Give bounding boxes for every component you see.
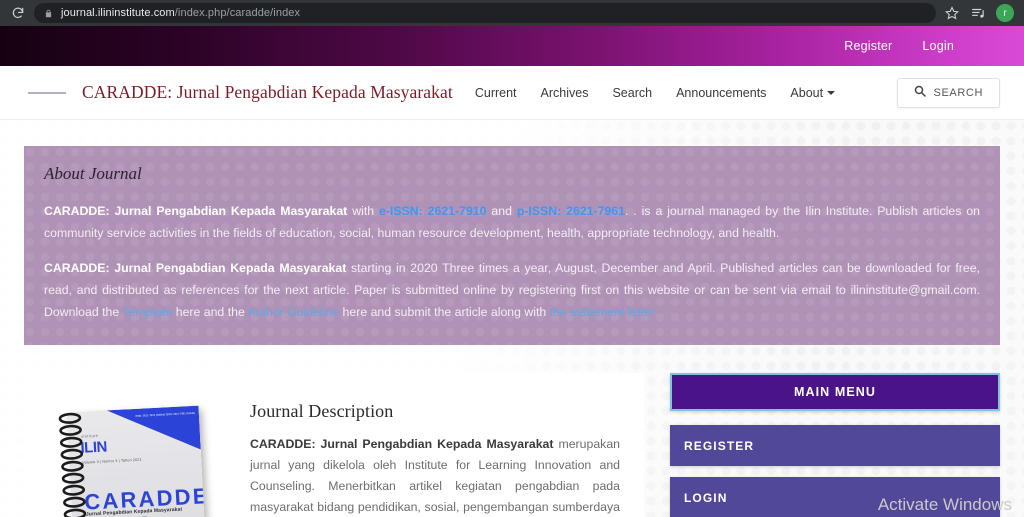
page-title[interactable]: CARADDE: Jurnal Pengabdian Kepada Masyar…	[82, 82, 453, 103]
about-p2-bold: CARADDE: Jurnal Pengabdian Kepada Masyar…	[44, 261, 347, 275]
statement-letter-link[interactable]: the statement letter	[550, 305, 655, 319]
sidebar-main-menu-label: MAIN MENU	[793, 385, 877, 399]
search-button-label: SEARCH	[933, 86, 983, 99]
browser-toolbar: journal.ilininstitute.com/index.php/cara…	[0, 0, 1024, 26]
nav-item-about-label: About	[790, 85, 824, 100]
about-journal-heading: About Journal	[44, 164, 142, 183]
star-icon[interactable]	[944, 5, 960, 21]
login-link[interactable]: Login	[922, 39, 954, 53]
main-navigation: Current Archives Search Announcements Ab…	[475, 85, 836, 100]
search-button[interactable]: SEARCH	[896, 77, 1000, 108]
about-paragraph-1: CARADDE: Jurnal Pengabdian Kepada Masyar…	[44, 200, 980, 244]
cover-volume: Volume 3 | Nomor 3 | Tahun 2021	[82, 457, 142, 465]
nav-item-archives[interactable]: Archives	[541, 86, 589, 100]
about-p1-mid2: and	[486, 204, 517, 218]
user-topbar: Register Login	[0, 26, 1024, 66]
description-bold: CARADDE: Jurnal Pengabdian Kepada Masyar…	[250, 437, 554, 451]
eissn-link[interactable]: e-ISSN: 2621-7910	[379, 204, 486, 218]
reload-icon[interactable]	[8, 3, 28, 23]
journal-cover-wrapper: ISSN: 2621-7910 (Online) ISSN: 2621-7961…	[48, 391, 228, 517]
brand-logo-icon	[28, 91, 66, 94]
description-heading: Journal Description	[250, 401, 394, 421]
page-content: About Journal CARADDE: Jurnal Pengabdian…	[0, 146, 1024, 517]
about-p2-part2: here and the	[172, 305, 248, 319]
lower-section: ISSN: 2621-7910 (Online) ISSN: 2621-7961…	[24, 373, 1000, 517]
site-navbar: CARADDE: Jurnal Pengabdian Kepada Masyar…	[0, 66, 1024, 120]
author-guideline-link[interactable]: Author Guideline	[248, 305, 340, 319]
about-p1-mid1: with	[347, 204, 379, 218]
address-bar[interactable]: journal.ilininstitute.com/index.php/cara…	[34, 3, 936, 23]
nav-item-search[interactable]: Search	[612, 86, 652, 100]
description-text-block: Journal Description CARADDE: Jurnal Peng…	[250, 391, 620, 517]
journal-cover-image: ISSN: 2621-7910 (Online) ISSN: 2621-7961…	[56, 401, 213, 517]
sidebar-item-login[interactable]: LOGIN	[670, 477, 1000, 517]
description-paragraph: CARADDE: Jurnal Pengabdian Kepada Masyar…	[250, 434, 620, 517]
page-viewport: Register Login CARADDE: Jurnal Pengabdia…	[0, 26, 1024, 517]
url-domain: journal.ilininstitute.com	[61, 7, 175, 19]
template-link[interactable]: Template	[122, 305, 172, 319]
register-link[interactable]: Register	[844, 39, 892, 53]
sidebar-item-register[interactable]: REGISTER	[670, 425, 1000, 466]
search-icon	[914, 85, 926, 100]
url-path: /index.php/caradde/index	[174, 7, 301, 19]
reading-list-icon[interactable]	[970, 5, 986, 21]
sidebar: MAIN MENU REGISTER LOGIN	[644, 373, 1000, 517]
sidebar-item-login-label: LOGIN	[684, 490, 728, 505]
cover-page: ISSN: 2621-7910 (Online) ISSN: 2621-7961…	[66, 405, 206, 517]
sidebar-item-register-label: REGISTER	[684, 438, 755, 453]
about-p2-part3: here and submit the article along with	[339, 305, 550, 319]
lock-icon	[44, 8, 53, 19]
nav-item-announcements[interactable]: Announcements	[676, 86, 766, 100]
avatar[interactable]: r	[996, 4, 1014, 22]
pissn-link[interactable]: p-ISSN: 2621-7961	[517, 204, 625, 218]
nav-item-about[interactable]: About	[790, 85, 836, 100]
about-paragraph-2: CARADDE: Jurnal Pengabdian Kepada Masyar…	[44, 257, 980, 323]
url-text: journal.ilininstitute.com/index.php/cara…	[61, 7, 300, 19]
browser-actions: r	[944, 4, 1016, 22]
nav-item-current[interactable]: Current	[475, 86, 517, 100]
sidebar-main-menu-header[interactable]: MAIN MENU	[670, 373, 1000, 411]
about-p1-bold: CARADDE: Jurnal Pengabdian Kepada Masyar…	[44, 204, 348, 218]
chevron-down-icon	[827, 91, 836, 96]
about-journal-panel: About Journal CARADDE: Jurnal Pengabdian…	[24, 146, 1000, 345]
journal-description-card: ISSN: 2621-7910 (Online) ISSN: 2621-7961…	[24, 373, 644, 517]
